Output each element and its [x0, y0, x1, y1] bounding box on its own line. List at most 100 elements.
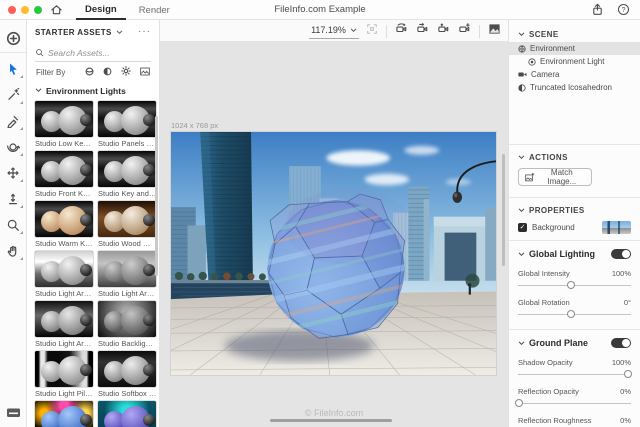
scene-item-truncated-icosahedron[interactable]: Truncated Icosahedron: [509, 81, 640, 94]
environment-icon: [518, 45, 526, 53]
chevron-down-icon: [350, 28, 357, 33]
slider-value: 0%: [620, 416, 631, 425]
slider-handle[interactable]: [515, 399, 523, 407]
horizontal-scrollbar[interactable]: [270, 419, 392, 422]
background-checkbox[interactable]: ✓: [518, 223, 527, 232]
asset-item[interactable]: Studio Softbox 3 P...: [97, 350, 157, 399]
zoom-to-fit-icon[interactable]: [366, 22, 378, 40]
asset-item[interactable]: Studio Light Arche...: [34, 250, 94, 299]
asset-thumbnail: [97, 250, 157, 288]
chevron-down-icon[interactable]: [518, 32, 525, 37]
asset-thumbnail: [34, 200, 94, 238]
asset-label: Studio Key and Fil...: [97, 188, 157, 199]
search-input[interactable]: [48, 48, 138, 58]
vertical-scrollbar[interactable]: [502, 154, 505, 266]
slider-track[interactable]: [518, 309, 631, 321]
asset-grid: Studio Low Key Li... Studio Panels Light…: [27, 99, 159, 427]
slider-label: Global Intensity: [518, 269, 570, 278]
asset-item[interactable]: [97, 400, 157, 427]
magic-wand-tool[interactable]: [0, 82, 27, 108]
ground-plane-toggle[interactable]: [611, 338, 631, 348]
chevron-down-icon[interactable]: [518, 208, 525, 213]
viewport[interactable]: 1024 x 768 px: [160, 42, 508, 427]
slider-handle[interactable]: [624, 370, 632, 378]
canvas-scene[interactable]: [171, 132, 496, 375]
sampler-tool[interactable]: [0, 108, 27, 134]
asset-thumbnail: [97, 100, 157, 138]
asset-thumbnail: [34, 150, 94, 188]
asset-item[interactable]: [34, 400, 94, 427]
dolly-tool[interactable]: [0, 186, 27, 212]
asset-label: Studio Light Arche...: [97, 288, 157, 299]
scene-item-environment[interactable]: Environment: [509, 42, 640, 55]
asset-label: Studio Low Key Li...: [34, 138, 94, 149]
hand-tool[interactable]: [0, 238, 27, 264]
select-tool[interactable]: [0, 56, 27, 82]
close-window-icon[interactable]: [8, 6, 16, 14]
help-icon[interactable]: ?: [617, 3, 630, 21]
slider-track[interactable]: [518, 398, 631, 410]
background-thumbnail[interactable]: [602, 221, 631, 234]
asset-item[interactable]: Studio Panels Light: [97, 100, 157, 149]
add-and-import-button[interactable]: [0, 25, 27, 53]
pan-tool[interactable]: [0, 160, 27, 186]
slider-handle[interactable]: [567, 310, 575, 318]
assets-scrollbar[interactable]: [155, 116, 158, 276]
filter-lights-icon[interactable]: [121, 63, 131, 81]
share-icon[interactable]: [591, 3, 604, 21]
scene-item-label: Environment: [530, 44, 575, 53]
home-icon[interactable]: [50, 3, 63, 21]
orbit-camera-icon[interactable]: [395, 22, 408, 40]
chevron-down-icon[interactable]: [518, 252, 525, 257]
asset-label: Studio Warm Key ...: [34, 238, 94, 249]
asset-thumbnail: [34, 250, 94, 288]
slider-track[interactable]: [518, 369, 631, 381]
section-collapse-icon[interactable]: [35, 88, 42, 93]
scene-item-label: Truncated Icosahedron: [530, 83, 612, 92]
slider-handle[interactable]: [567, 281, 575, 289]
tab-render[interactable]: Render: [130, 0, 179, 20]
watermark: © FileInfo.com: [160, 408, 508, 418]
slider-label: Global Rotation: [518, 298, 570, 307]
asset-item[interactable]: Studio Warm Key ...: [34, 200, 94, 249]
orbit-tool[interactable]: [0, 134, 27, 160]
zoom-level-dropdown[interactable]: 117.19%: [309, 22, 359, 39]
minimize-window-icon[interactable]: [21, 6, 29, 14]
assets-panel-title[interactable]: STARTER ASSETS: [35, 28, 112, 37]
pan-camera-icon[interactable]: [416, 22, 429, 40]
slider-track[interactable]: [518, 280, 631, 292]
filter-materials-icon[interactable]: [103, 63, 112, 81]
inspector-panel: SCENE Environment Environment Light Came…: [508, 20, 640, 427]
asset-item[interactable]: Studio Backlight A...: [97, 300, 157, 349]
panel-menu-icon[interactable]: ···: [138, 29, 151, 35]
chevron-down-icon[interactable]: [518, 155, 525, 160]
match-image-button[interactable]: Match Image...: [518, 168, 592, 186]
asset-item[interactable]: Studio Light Arche...: [34, 300, 94, 349]
filter-models-icon[interactable]: [85, 63, 94, 81]
scene-item-environment-light[interactable]: Environment Light: [509, 55, 640, 68]
background-property-row: ✓ Background: [509, 218, 640, 236]
slider-label: Shadow Opacity: [518, 358, 573, 367]
asset-item[interactable]: Studio Low Key Li...: [34, 100, 94, 149]
keyboard-shortcuts-button[interactable]: [0, 407, 27, 419]
chevron-down-icon[interactable]: [518, 341, 525, 346]
slider-value: 0%: [620, 387, 631, 396]
filter-images-icon[interactable]: [140, 63, 150, 81]
dolly-camera-icon[interactable]: [437, 22, 450, 40]
asset-item[interactable]: Studio Key and Fil...: [97, 150, 157, 199]
scene-item-camera[interactable]: Camera: [509, 68, 640, 81]
asset-thumbnail: [97, 350, 157, 388]
global-lighting-toggle[interactable]: [611, 249, 631, 259]
asset-item[interactable]: Studio Wood Wind...: [97, 200, 157, 249]
asset-item[interactable]: Studio Light Arche...: [97, 250, 157, 299]
zoom-tool[interactable]: [0, 212, 27, 238]
tab-design[interactable]: Design: [76, 0, 126, 20]
asset-item[interactable]: Studio Front Key L...: [34, 150, 94, 199]
zoom-window-icon[interactable]: [34, 6, 42, 14]
add-camera-bookmark-icon[interactable]: [458, 22, 471, 40]
window-controls[interactable]: [8, 6, 42, 14]
asset-label: Studio Light Arche...: [34, 288, 94, 299]
mesh-icon: [518, 84, 526, 92]
asset-item[interactable]: Studio Light Pillars...: [34, 350, 94, 399]
render-preview-icon[interactable]: [488, 22, 501, 40]
